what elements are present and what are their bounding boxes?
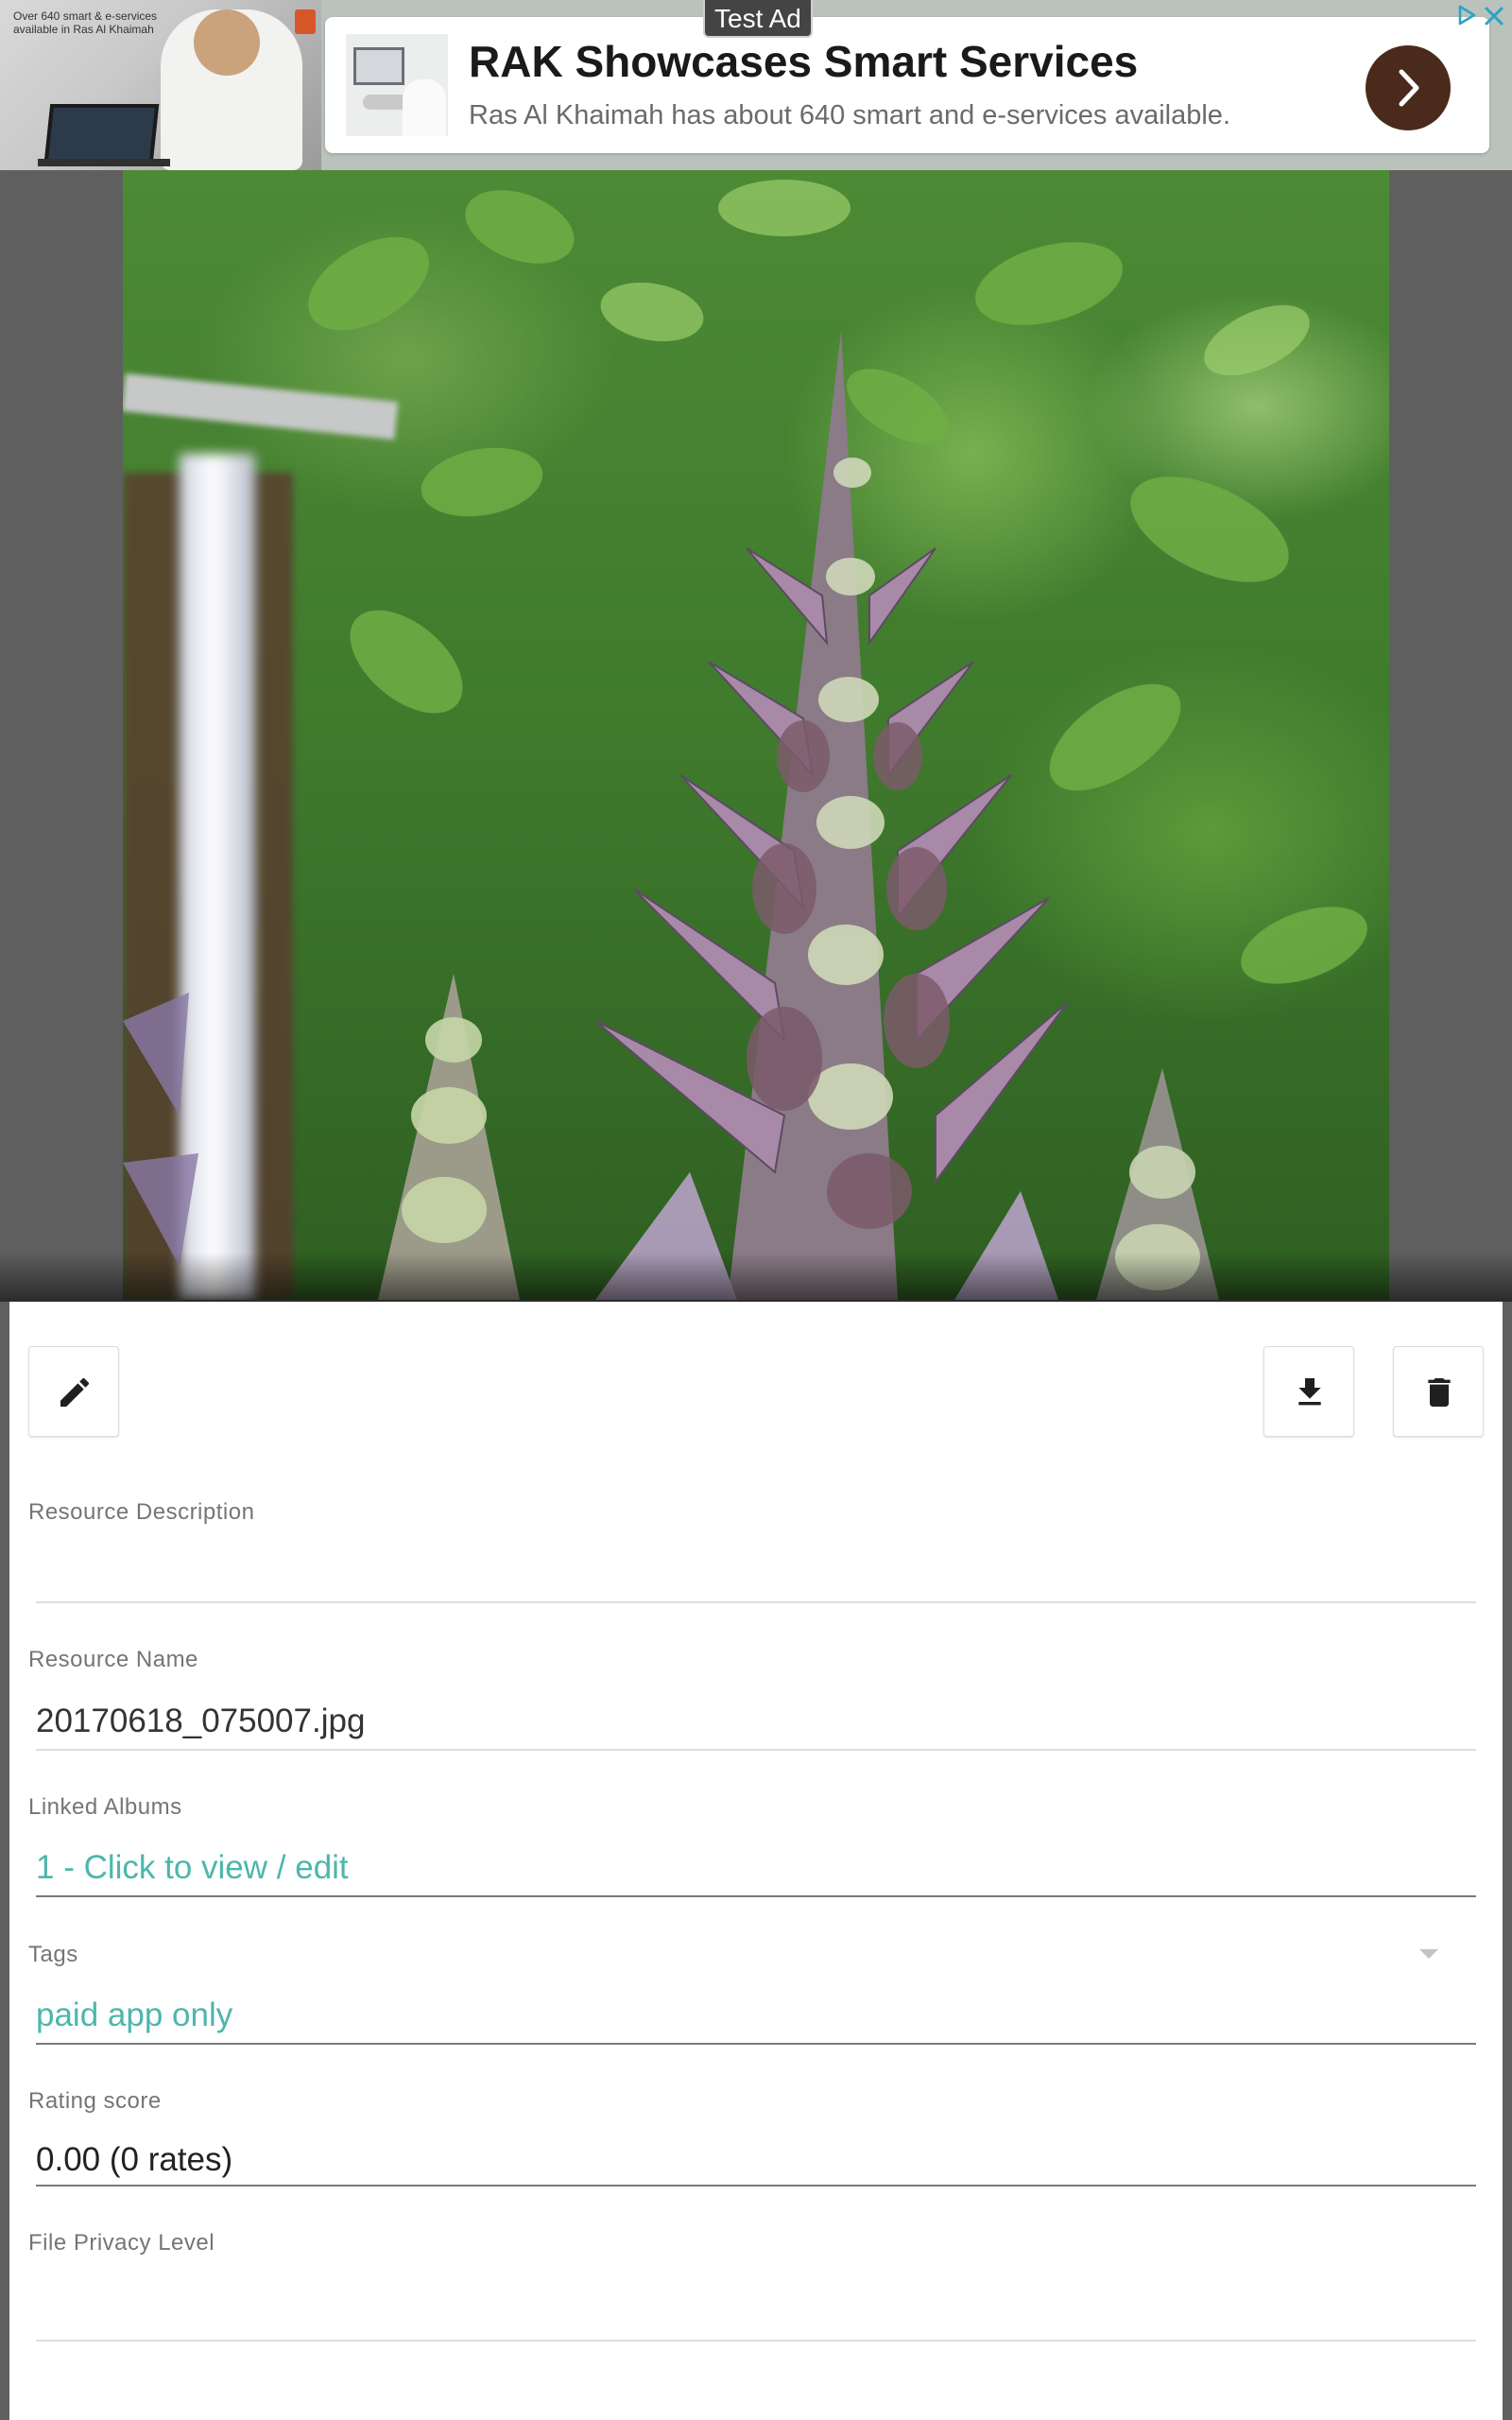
ad-image[interactable]: Over 640 smart & e-services available in… [0,0,321,170]
delete-button[interactable] [1393,1346,1484,1437]
download-icon [1298,1378,1321,1406]
ad-image-caption: Over 640 smart & e-services available in… [13,9,158,36]
description-label: Resource Description [28,1499,255,1525]
tags-label: Tags [28,1942,78,1967]
pencil-icon [60,1377,90,1407]
resource-photo[interactable] [123,170,1389,1300]
ad-logo [295,9,316,34]
trash-icon [1428,1378,1451,1407]
ad-title[interactable]: RAK Showcases Smart Services [469,36,1138,87]
download-button[interactable] [1263,1346,1354,1437]
ad-card[interactable]: RAK Showcases Smart Services Ras Al Khai… [325,17,1489,153]
albums-label: Linked Albums [28,1794,182,1820]
chevron-down-icon[interactable] [1419,1949,1438,1959]
ad-banner[interactable]: Over 640 smart & e-services available in… [0,0,1512,170]
close-icon[interactable] [1482,4,1506,28]
rating-value: 0.00 (0 rates) [36,2141,233,2178]
ad-thumbnail [346,34,448,136]
flower-illustration [123,180,1367,1300]
edit-button[interactable] [28,1346,119,1437]
name-label: Resource Name [28,1647,198,1672]
ad-cta-button[interactable] [1366,45,1451,130]
resource-details-sheet: Resource Description Resource Name 20170… [9,1302,1503,2420]
ad-description: Ras Al Khaimah has about 640 smart and e… [469,100,1230,130]
adchoices-icon[interactable] [1455,4,1478,26]
tags-value[interactable]: paid app only [36,1996,232,2034]
albums-link[interactable]: 1 - Click to view / edit [36,1849,349,1887]
test-ad-badge: Test Ad [703,0,813,38]
name-input[interactable]: 20170618_075007.jpg [36,1703,365,1740]
rating-label: Rating score [28,2088,162,2114]
privacy-label: File Privacy Level [28,2230,215,2256]
chevron-right-icon [1399,69,1419,107]
